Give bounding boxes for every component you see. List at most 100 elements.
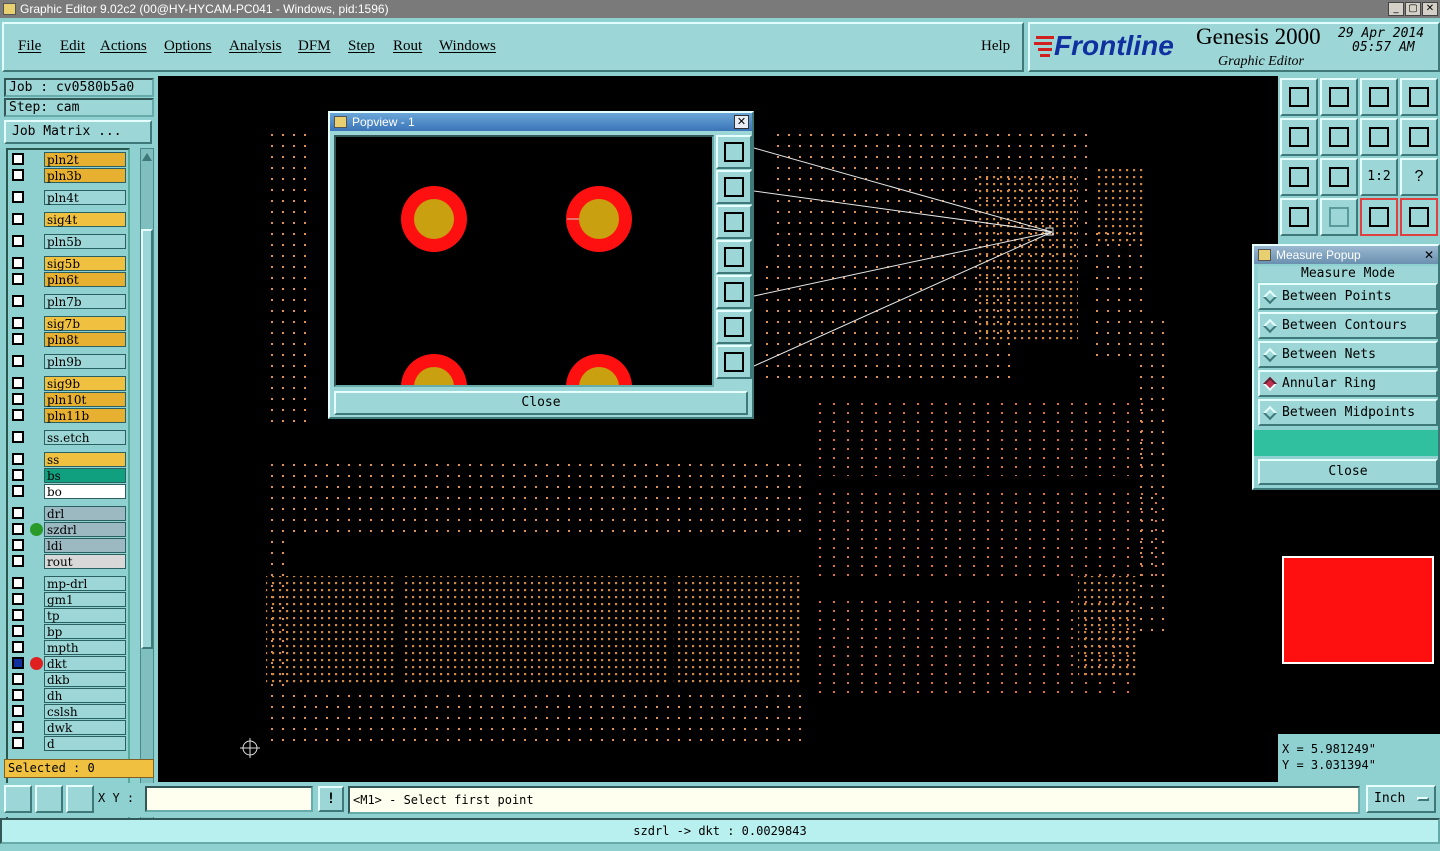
layer-name[interactable]: sig4t [44, 212, 126, 227]
layer-name[interactable]: ldi [44, 538, 126, 553]
layer-row[interactable]: sig4t [8, 212, 130, 227]
layer-name[interactable]: pln4t [44, 190, 126, 205]
layer-name[interactable]: sig5b [44, 256, 126, 271]
layer-checkbox[interactable] [12, 355, 24, 367]
layer-name[interactable]: dkt [44, 656, 126, 671]
popview-pan-down-icon[interactable] [716, 205, 752, 239]
layer-row[interactable]: sig7b [8, 316, 130, 331]
layer-row[interactable]: pln9b [8, 354, 130, 369]
popview-zoom-icon[interactable] [716, 135, 752, 169]
help-query-icon[interactable]: ? [1400, 158, 1438, 196]
layer-name[interactable]: cslsh [44, 704, 126, 719]
job-matrix-button[interactable]: Job Matrix ... [4, 120, 152, 144]
layer-name[interactable]: pln2t [44, 152, 126, 167]
layer-row[interactable]: dwk [8, 720, 130, 735]
popview-zoom-in-icon[interactable] [716, 310, 752, 344]
maximize-button[interactable]: ▢ [1405, 2, 1421, 16]
layer-checkbox[interactable] [12, 737, 24, 749]
layer-name[interactable]: pln11b [44, 408, 126, 423]
zoom-out-icon[interactable] [1320, 158, 1358, 196]
popview-zoom-out-icon[interactable] [716, 345, 752, 379]
layer-name[interactable]: d [44, 736, 126, 751]
layer-row[interactable]: ss.etch [8, 430, 130, 445]
layer-checkbox[interactable] [12, 657, 24, 669]
layer-row[interactable]: pln10t [8, 392, 130, 407]
layer-name[interactable]: pln5b [44, 234, 126, 249]
units-selector[interactable]: Inch [1366, 785, 1436, 813]
layer-checkbox[interactable] [12, 673, 24, 685]
layer-name[interactable]: mpth [44, 640, 126, 655]
layer-row[interactable]: drl [8, 506, 130, 521]
scroll-up-icon[interactable] [142, 151, 152, 161]
overview-map[interactable] [1282, 556, 1434, 664]
layer-row[interactable]: sig9b [8, 376, 130, 391]
menu-options[interactable]: Options [164, 38, 212, 55]
layer-name[interactable]: bs [44, 468, 126, 483]
measure-icon[interactable] [1360, 198, 1398, 236]
layer-checkbox[interactable] [12, 333, 24, 345]
display-options-icon[interactable] [1280, 198, 1318, 236]
edit-tool-icon[interactable] [35, 785, 63, 813]
measure-close-button[interactable]: Close [1258, 459, 1438, 485]
popview-canvas[interactable] [334, 135, 714, 420]
layer-checkbox[interactable] [12, 153, 24, 165]
layer-checkbox[interactable] [12, 453, 24, 465]
layer-checkbox[interactable] [12, 609, 24, 621]
layer-checkbox[interactable] [12, 555, 24, 567]
pan-left-icon[interactable] [1280, 118, 1318, 156]
xy-input[interactable] [145, 786, 313, 812]
zoom-window-icon[interactable] [1400, 78, 1438, 116]
layer-row[interactable]: bs [8, 468, 130, 483]
pan-right-icon[interactable] [1320, 118, 1358, 156]
layer-row[interactable]: dh [8, 688, 130, 703]
popview-pan-left-icon[interactable] [716, 240, 752, 274]
layer-name[interactable]: rout [44, 554, 126, 569]
layer-checkbox[interactable] [12, 689, 24, 701]
layer-name[interactable]: dwk [44, 720, 126, 735]
menu-windows[interactable]: Windows [439, 38, 496, 55]
measure-close-icon[interactable]: ✕ [1422, 248, 1436, 262]
layer-row[interactable]: pln2t [8, 152, 130, 167]
menu-actions[interactable]: Actions [100, 38, 147, 55]
layer-checkbox[interactable] [12, 409, 24, 421]
layer-checkbox[interactable] [12, 485, 24, 497]
layer-checkbox[interactable] [12, 295, 24, 307]
layer-checkbox[interactable] [12, 593, 24, 605]
layer-checkbox[interactable] [12, 539, 24, 551]
layer-checkbox[interactable] [12, 469, 24, 481]
layer-name[interactable]: sig9b [44, 376, 126, 391]
layer-row[interactable]: dkt [8, 656, 130, 671]
layer-row[interactable]: pln11b [8, 408, 130, 423]
layer-name[interactable]: szdrl [44, 522, 126, 537]
pan-up-icon[interactable] [1280, 78, 1318, 116]
layer-row[interactable]: pln6t [8, 272, 130, 287]
layer-name[interactable]: drl [44, 506, 126, 521]
layer-checkbox[interactable] [12, 523, 24, 535]
menu-help[interactable]: Help [981, 38, 1010, 55]
mode-between-points[interactable]: Between Points [1258, 283, 1438, 310]
select-tool-icon[interactable] [4, 785, 32, 813]
snap-icon[interactable] [1400, 118, 1438, 156]
layer-name[interactable]: bp [44, 624, 126, 639]
minimize-button[interactable]: _ [1388, 2, 1404, 16]
menu-edit[interactable]: Edit [60, 38, 85, 55]
net-measure-icon[interactable] [1400, 198, 1438, 236]
layer-checkbox[interactable] [12, 705, 24, 717]
layer-name[interactable]: dkb [44, 672, 126, 687]
layer-checkbox[interactable] [12, 257, 24, 269]
layer-name[interactable]: pln10t [44, 392, 126, 407]
mode-between-midpoints[interactable]: Between Midpoints [1258, 399, 1438, 426]
mode-between-nets[interactable]: Between Nets [1258, 341, 1438, 368]
layer-name[interactable]: pln9b [44, 354, 126, 369]
layer-name[interactable]: pln3b [44, 168, 126, 183]
layer-scrollbar[interactable] [140, 148, 154, 820]
layer-row[interactable]: pln7b [8, 294, 130, 309]
layer-checkbox[interactable] [12, 577, 24, 589]
layer-name[interactable]: sig7b [44, 316, 126, 331]
layer-name[interactable]: tp [44, 608, 126, 623]
layer-row[interactable]: gm1 [8, 592, 130, 607]
layer-checkbox[interactable] [12, 317, 24, 329]
layer-checkbox[interactable] [12, 235, 24, 247]
layer-row[interactable]: sig5b [8, 256, 130, 271]
layer-row[interactable]: pln4t [8, 190, 130, 205]
